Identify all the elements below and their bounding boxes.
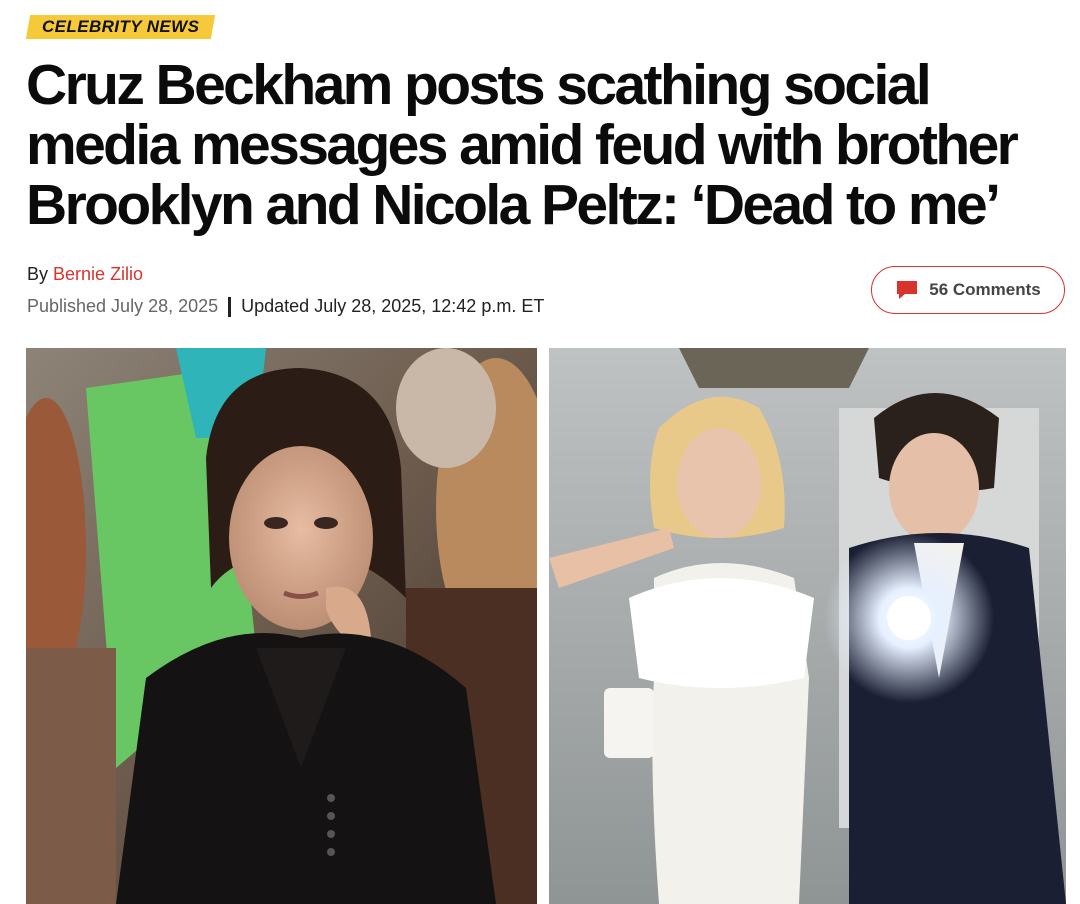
comments-count-label: 56 Comments [929,280,1041,299]
category-label[interactable]: CELEBRITY NEWS [42,17,199,37]
byline-prefix: By [27,264,49,284]
date-separator [228,296,232,317]
byline: By Bernie Zilio [27,264,143,285]
couple-mirror-selfie-photo [549,348,1066,904]
published-date: Published July 28, 2025 [27,296,219,316]
updated-date: Updated July 28, 2025, 12:42 p.m. ET [241,296,545,316]
hero-photos [26,348,1066,904]
speech-bubble-icon [897,281,918,299]
article-dates: Published July 28, 2025 Updated July 28,… [27,296,544,317]
author-link[interactable]: Bernie Zilio [53,264,143,284]
category-tag[interactable]: CELEBRITY NEWS [25,15,216,39]
comments-button[interactable]: 56 Comments [871,266,1065,314]
woman-dark-blazer-photo [26,348,537,904]
article-headline: Cruz Beckham posts scathing social media… [26,53,1019,237]
